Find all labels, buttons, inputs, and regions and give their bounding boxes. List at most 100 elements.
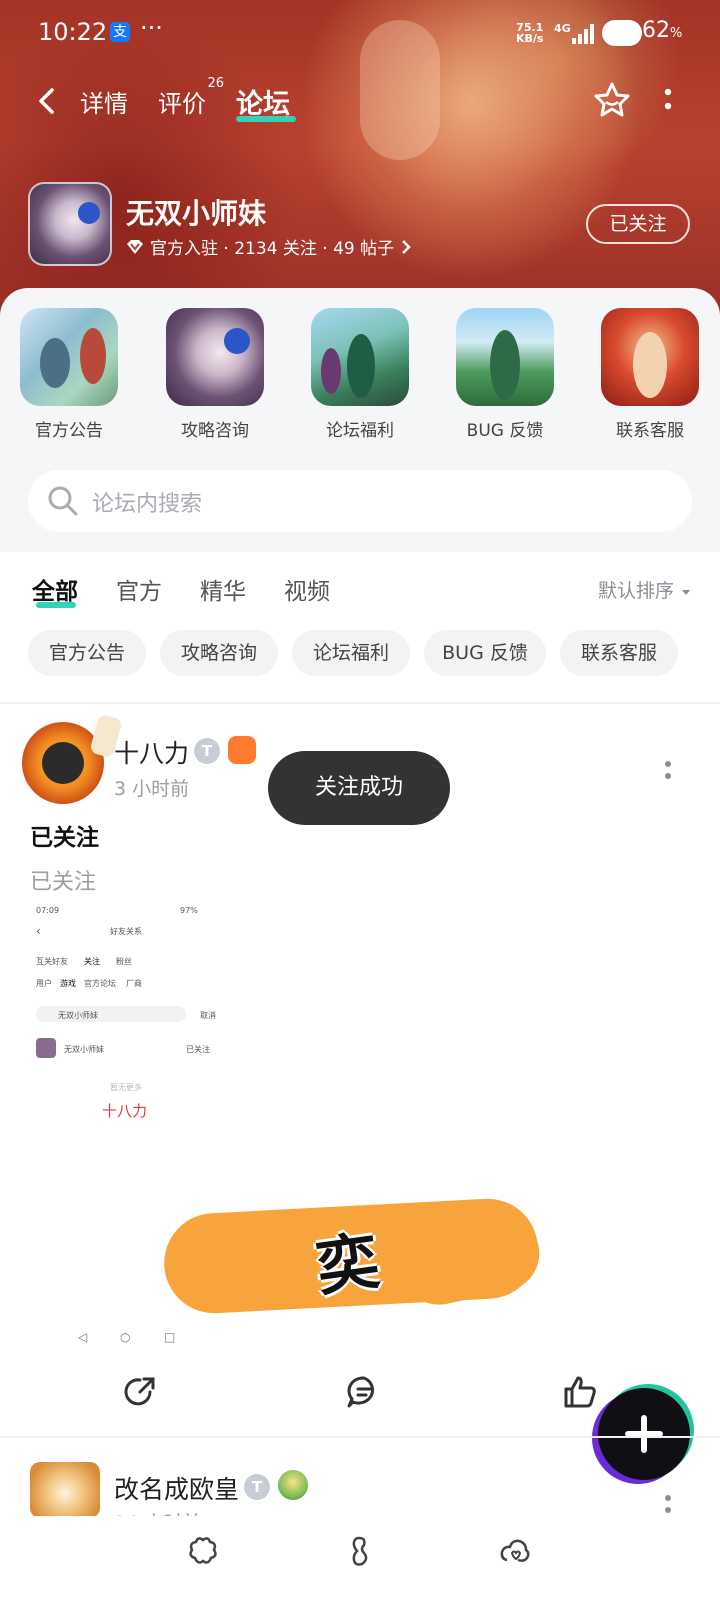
more-options-button[interactable] <box>656 82 680 118</box>
board-forum-welfare[interactable]: 论坛福利 <box>300 308 420 441</box>
embedded-recent-nav-icon: □ <box>164 1330 176 1344</box>
embedded-result-status: 已关注 <box>186 1045 210 1054</box>
tab-reviews-label: 评价 <box>158 90 206 118</box>
board-strategy-consult[interactable]: 攻略咨询 <box>155 308 275 441</box>
status-time: 10:22 <box>38 18 108 46</box>
game-icon <box>28 182 112 266</box>
like-button[interactable] <box>560 1372 600 1412</box>
board-thumbnail <box>311 308 409 406</box>
board-thumbnail <box>456 308 554 406</box>
game-icon-decoration <box>78 202 100 224</box>
thumbs-up-icon <box>564 1376 596 1408</box>
embedded-avatar <box>36 1038 56 1058</box>
plus-icon <box>625 1415 663 1453</box>
post-body[interactable]: 已关注 <box>30 864 96 896</box>
chip-forum-welfare[interactable]: 论坛福利 <box>292 630 410 676</box>
game-badge-icon <box>278 1470 308 1500</box>
avatar-figure <box>42 742 84 784</box>
top-navigation: 详情 评价 26 论坛 <box>0 66 720 136</box>
forum-boards-panel: 官方公告 攻略咨询 论坛福利 BUG 反馈 联系客服 论坛内搜索 <box>0 288 720 552</box>
level-badge: T <box>194 738 220 764</box>
author-avatar[interactable] <box>30 1462 100 1518</box>
caret-down-icon <box>682 590 691 595</box>
embedded-status-right: 97% <box>180 906 198 915</box>
network-type: 4G <box>554 22 571 35</box>
author-name[interactable]: 十八力 <box>114 734 189 770</box>
battery-level: 62% <box>642 18 683 43</box>
author-name[interactable]: 改名成欧皇 <box>114 1470 239 1506</box>
embedded-result-name: 无双小师妹 <box>64 1045 104 1054</box>
chip-bug-feedback[interactable]: BUG 反馈 <box>424 630 546 676</box>
board-customer-service[interactable]: 联系客服 <box>590 308 710 441</box>
game-title: 无双小师妹 <box>126 197 267 230</box>
sort-dropdown[interactable]: 默认排序 <box>598 576 692 603</box>
star-icon <box>594 82 630 117</box>
figure-icon <box>352 1536 368 1566</box>
new-post-button[interactable] <box>598 1388 690 1480</box>
back-button[interactable] <box>30 84 64 118</box>
more-vertical-icon <box>665 761 671 779</box>
embedded-signature: 十八力 <box>102 1102 148 1120</box>
chip-official-announcements[interactable]: 官方公告 <box>28 630 146 676</box>
toast-message: 关注成功 <box>268 751 450 825</box>
board-label: 官方公告 <box>35 421 103 441</box>
active-filter-indicator <box>36 602 76 608</box>
board-thumbnail <box>20 308 118 406</box>
verified-icon <box>127 239 143 254</box>
chip-customer-service[interactable]: 联系客服 <box>560 630 678 676</box>
bottom-tab-button[interactable] <box>186 1534 220 1568</box>
filter-tab-video[interactable]: 视频 <box>284 572 330 606</box>
board-label: BUG 反馈 <box>466 421 544 441</box>
embedded-subtab: 用户 <box>36 979 52 988</box>
follow-button[interactable]: 已关注 <box>586 204 690 244</box>
board-bug-feedback[interactable]: BUG 反馈 <box>445 308 565 441</box>
embedded-no-more: 暂无更多 <box>110 1083 142 1092</box>
sort-label: 默认排序 <box>598 580 675 602</box>
clover-icon <box>189 1537 217 1564</box>
reviews-count: 26 <box>207 76 224 91</box>
signal-icon <box>572 22 596 44</box>
filter-tab-official[interactable]: 官方 <box>116 572 162 606</box>
bottom-tab-button[interactable] <box>498 1534 532 1568</box>
chevron-right-icon <box>402 239 411 254</box>
tab-details[interactable]: 详情 <box>80 84 128 119</box>
bottom-tab-button[interactable] <box>342 1534 376 1568</box>
share-button[interactable] <box>120 1372 160 1412</box>
more-vertical-icon <box>664 88 672 110</box>
board-thumbnail <box>166 308 264 406</box>
comment-button[interactable] <box>344 1372 384 1412</box>
embedded-tab: 关注 <box>84 957 100 966</box>
post-more-button[interactable] <box>662 756 674 786</box>
filter-tab-all[interactable]: 全部 <box>32 572 78 606</box>
post-title[interactable]: 已关注 <box>30 818 99 852</box>
board-official-announcements[interactable]: 官方公告 <box>9 308 129 441</box>
active-tab-indicator <box>236 116 296 122</box>
network-speed-unit: KB/s <box>516 32 544 45</box>
embedded-back-icon: ‹ <box>36 924 41 938</box>
alipay-icon: 支 <box>110 22 130 42</box>
chevron-left-icon <box>39 88 54 114</box>
author-avatar[interactable] <box>22 713 123 804</box>
embedded-home-nav-icon: ○ <box>120 1330 131 1344</box>
game-meta[interactable]: 官方入驻 · 2134 关注 · 49 帖子 <box>126 234 412 259</box>
tab-reviews[interactable]: 评价 26 <box>158 76 224 119</box>
more-notifications-icon: ··· <box>140 14 163 42</box>
post-image[interactable]: 07:09 97% ‹ 好友关系 互关好友 关注 粉丝 用户 游戏 官方论坛 厂… <box>30 906 226 1146</box>
embedded-page-title: 好友关系 <box>110 927 142 936</box>
level-badge: T <box>244 1474 270 1500</box>
network-speed: 75.1 KB/s <box>516 22 543 44</box>
cloud-heart-icon <box>500 1539 530 1562</box>
chip-strategy-consult[interactable]: 攻略咨询 <box>160 630 278 676</box>
embedded-status-time: 07:09 <box>36 906 60 915</box>
filter-tab-featured[interactable]: 精华 <box>200 572 246 606</box>
board-label: 攻略咨询 <box>181 421 249 441</box>
divider <box>0 1436 720 1438</box>
post-time: 3 小时前 <box>114 778 190 800</box>
embedded-subtab: 游戏 <box>60 979 76 988</box>
forum-search-input[interactable]: 论坛内搜索 <box>28 470 692 532</box>
battery-icon <box>602 20 642 46</box>
favorite-button[interactable] <box>592 80 632 120</box>
embedded-subtab: 官方论坛 <box>84 979 116 988</box>
share-icon <box>124 1377 155 1406</box>
comment-icon <box>347 1376 374 1408</box>
